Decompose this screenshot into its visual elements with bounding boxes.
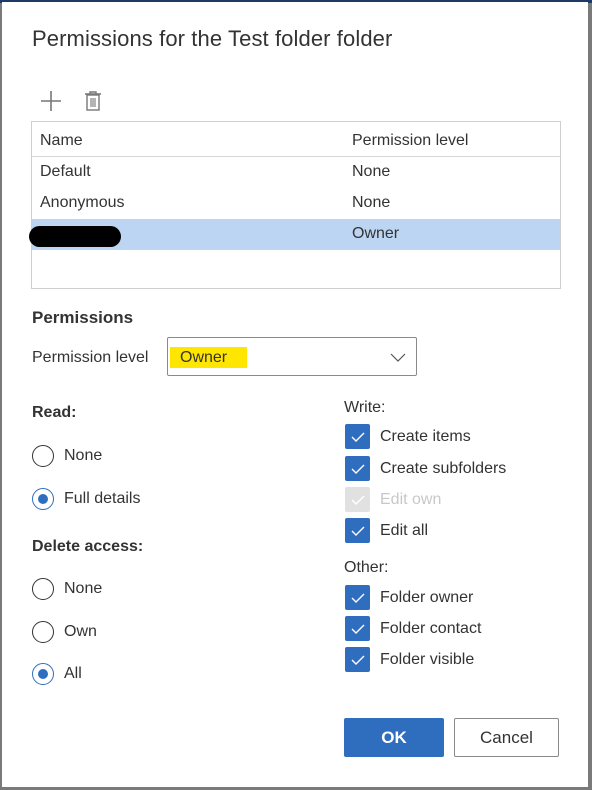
cancel-button[interactable]: Cancel xyxy=(454,718,559,757)
plus-icon xyxy=(40,90,62,112)
table-row-selected[interactable]: Owner xyxy=(29,219,560,250)
radio-circle xyxy=(32,488,54,510)
folder-owner-checkbox[interactable]: Folder owner xyxy=(345,585,473,610)
delete-all-radio[interactable]: All xyxy=(32,663,82,685)
toolbar xyxy=(38,88,106,114)
other-label: Other: xyxy=(344,559,389,576)
checkmark-icon xyxy=(345,424,370,449)
checkbox-label: Create subfolders xyxy=(380,459,507,477)
table-header: Name Permission level xyxy=(32,122,560,157)
dialog-title: Permissions for the Test folder folder xyxy=(32,26,393,51)
permissions-section-title: Permissions xyxy=(32,308,134,327)
edit-own-checkbox: Edit own xyxy=(345,487,441,512)
checkmark-icon xyxy=(345,647,370,672)
ok-button[interactable]: OK xyxy=(344,718,444,757)
create-subfolders-checkbox[interactable]: Create subfolders xyxy=(345,456,506,481)
radio-label: Full details xyxy=(64,490,141,507)
delete-permission-button[interactable] xyxy=(80,88,106,114)
redacted-name xyxy=(29,226,121,247)
checkmark-icon xyxy=(345,456,370,481)
delete-none-radio[interactable]: None xyxy=(32,578,102,600)
column-header-permission-level[interactable]: Permission level xyxy=(352,132,468,150)
radio-label: None xyxy=(64,447,103,464)
radio-circle xyxy=(32,663,54,685)
edit-all-checkbox[interactable]: Edit all xyxy=(345,518,428,543)
permissions-table: Name Permission level Default None Anony… xyxy=(29,121,561,289)
checkbox-label: Folder owner xyxy=(380,588,474,606)
permission-level-label: Permission level xyxy=(32,349,149,366)
delete-access-label: Delete access: xyxy=(32,538,144,555)
read-full-details-radio[interactable]: Full details xyxy=(32,488,140,510)
read-label: Read: xyxy=(32,404,77,421)
checkbox-label: Folder contact xyxy=(380,619,482,637)
permissions-dialog: Permissions for the Test folder folder N… xyxy=(2,2,588,787)
checkmark-icon xyxy=(345,585,370,610)
table-row[interactable]: Anonymous None xyxy=(32,188,560,219)
radio-label: None xyxy=(64,580,103,597)
read-none-radio[interactable]: None xyxy=(32,445,102,467)
trash-icon xyxy=(84,90,102,112)
delete-own-radio[interactable]: Own xyxy=(32,621,97,643)
checkmark-icon xyxy=(345,518,370,543)
folder-visible-checkbox[interactable]: Folder visible xyxy=(345,647,474,672)
checkbox-label: Create items xyxy=(380,427,471,445)
row-permission-level: None xyxy=(352,163,391,180)
checkmark-icon xyxy=(345,487,370,512)
permission-level-dropdown[interactable]: Owner xyxy=(167,337,417,376)
permission-level-value: Owner xyxy=(170,347,247,368)
row-permission-level: None xyxy=(352,194,391,211)
radio-circle xyxy=(32,621,54,643)
checkmark-icon xyxy=(345,616,370,641)
folder-contact-checkbox[interactable]: Folder contact xyxy=(345,616,481,641)
radio-circle xyxy=(32,445,54,467)
column-header-name[interactable]: Name xyxy=(40,132,83,150)
table-row[interactable]: Default None xyxy=(32,157,560,188)
create-items-checkbox[interactable]: Create items xyxy=(345,424,471,449)
radio-label: All xyxy=(64,665,82,682)
row-permission-level: Owner xyxy=(352,225,400,242)
row-name: Default xyxy=(40,163,91,180)
write-label: Write: xyxy=(344,399,386,416)
checkbox-label: Folder visible xyxy=(380,650,475,668)
checkbox-label: Edit own xyxy=(380,490,442,508)
add-permission-button[interactable] xyxy=(38,88,64,114)
radio-label: Own xyxy=(64,623,97,640)
radio-circle xyxy=(32,578,54,600)
checkbox-label: Edit all xyxy=(380,521,429,539)
chevron-down-icon xyxy=(390,350,406,368)
row-name: Anonymous xyxy=(40,194,125,211)
